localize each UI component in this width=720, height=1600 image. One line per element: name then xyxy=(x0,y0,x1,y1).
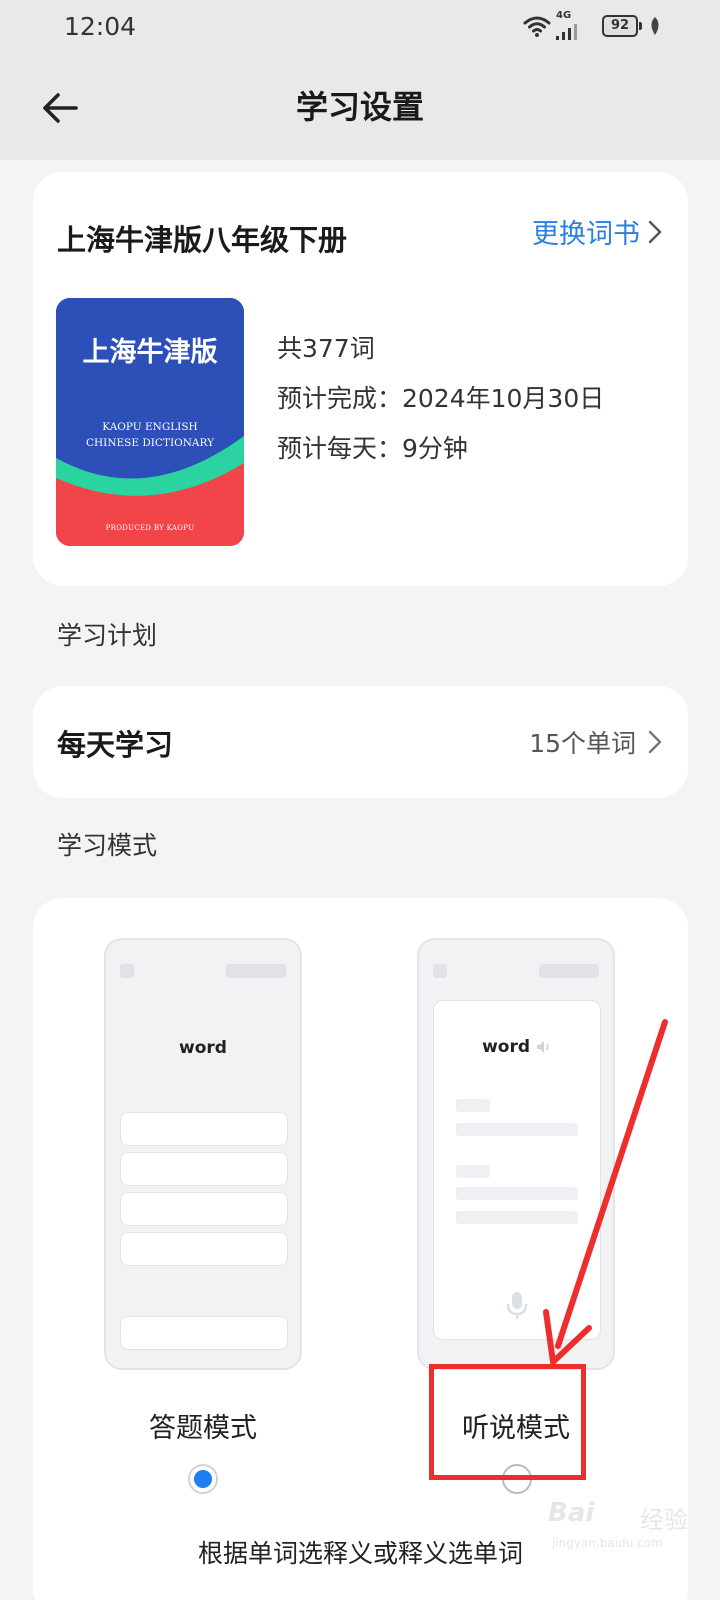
page-title: 学习设置 xyxy=(295,88,424,126)
mock-line xyxy=(456,1211,578,1224)
mock-submit xyxy=(120,1316,288,1350)
quiz-mode-label: 答题模式 xyxy=(149,1413,257,1444)
mock-bar xyxy=(539,964,599,978)
plan-value-text: 15个单词 xyxy=(529,729,636,758)
book-info: 共377词 预计完成：2024年10月30日 预计每天：9分钟 xyxy=(277,324,604,474)
quiz-mode-radio[interactable] xyxy=(188,1464,218,1494)
listen-speak-mode-preview[interactable]: word xyxy=(417,938,615,1370)
cover-subtitle-line2: CHINESE DICTIONARY xyxy=(85,437,215,449)
cover-subtitle: KAOPU ENGLISH CHINESE DICTIONARY xyxy=(56,419,244,451)
chevron-right-icon xyxy=(648,220,662,243)
mock-option xyxy=(120,1112,288,1146)
cover-subtitle-line1: KAOPU ENGLISH xyxy=(102,421,198,433)
microphone-icon xyxy=(506,1292,528,1319)
watermark-brand: Bai xyxy=(548,1498,595,1528)
plan-value: 15个单词 xyxy=(529,724,662,760)
signal-icon xyxy=(556,24,577,40)
status-icons: 4G 92 xyxy=(522,10,662,42)
baidu-watermark: Bai 经验 jingyan.baidu.com xyxy=(548,1490,708,1570)
watermark-url: jingyan.baidu.com xyxy=(552,1536,663,1550)
mock-option xyxy=(120,1232,288,1266)
network-type: 4G xyxy=(556,10,572,21)
mock-card: word xyxy=(433,1000,601,1340)
change-book-button[interactable]: 更换词书 xyxy=(532,212,662,251)
mock-word-text: word xyxy=(482,1037,530,1057)
mock-line xyxy=(456,1165,490,1178)
mock-bar xyxy=(226,964,286,978)
mock-dot xyxy=(433,964,447,978)
expected-finish: 预计完成：2024年10月30日 xyxy=(277,384,605,413)
mock-word: word xyxy=(434,1037,600,1057)
annotation-box xyxy=(429,1364,586,1480)
mock-dot xyxy=(120,964,134,978)
mode-section-label: 学习模式 xyxy=(57,831,158,860)
mock-option xyxy=(120,1152,288,1186)
quiz-mode-preview[interactable]: word xyxy=(104,938,302,1370)
total-words: 共377词 xyxy=(277,334,375,363)
plan-title: 每天学习 xyxy=(57,728,174,762)
mock-line xyxy=(456,1187,578,1200)
chevron-right-icon xyxy=(648,730,662,754)
book-name: 上海牛津版八年级下册 xyxy=(57,223,348,257)
top-bar: 12:04 4G 92 学习设置 xyxy=(0,0,720,160)
mock-line xyxy=(456,1099,490,1112)
mock-word: word xyxy=(179,1038,227,1058)
book-cover: 上海牛津版 KAOPU ENGLISH CHINESE DICTIONARY P… xyxy=(56,298,244,546)
speaker-icon xyxy=(536,1041,549,1053)
mock-line xyxy=(456,1123,578,1136)
battery-tip xyxy=(639,22,642,30)
cover-footer: PRODUCED BY KAOPU xyxy=(105,524,195,532)
status-time: 12:04 xyxy=(64,12,137,41)
leaf-icon xyxy=(651,17,659,35)
book-card: 上海牛津版八年级下册 更换词书 上海牛津版 KAOPU ENGLISH CHIN… xyxy=(33,172,688,586)
battery-icon: 92 xyxy=(602,15,638,37)
daily-time: 预计每天：9分钟 xyxy=(277,434,468,463)
cover-title: 上海牛津版 xyxy=(82,337,218,368)
watermark-brand-cn: 经验 xyxy=(640,1506,688,1534)
mock-option xyxy=(120,1192,288,1226)
plan-section-label: 学习计划 xyxy=(57,621,158,650)
daily-plan-row[interactable]: 每天学习 15个单词 xyxy=(33,686,688,798)
wifi-icon xyxy=(523,16,551,37)
change-book-label: 更换词书 xyxy=(532,219,640,250)
